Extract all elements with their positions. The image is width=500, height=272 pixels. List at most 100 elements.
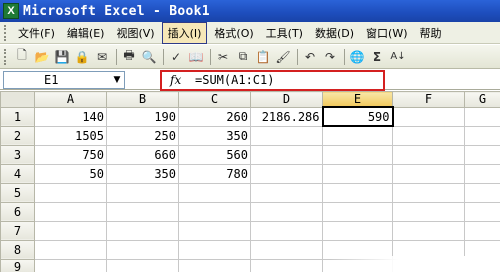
cell-e3[interactable] <box>322 144 393 165</box>
open-icon[interactable]: 📂 <box>33 48 51 66</box>
cell-c7[interactable] <box>178 220 251 241</box>
cell-d3[interactable] <box>250 144 323 165</box>
print-icon[interactable]: 🖶 <box>120 48 138 66</box>
toolbar-grip[interactable] <box>4 48 7 65</box>
cell-e1[interactable]: 590 <box>321 106 394 127</box>
cell-a4[interactable]: 50 <box>34 163 107 184</box>
cell-e6[interactable] <box>322 201 393 222</box>
copy-icon[interactable]: ⧉ <box>234 48 252 66</box>
cell-c5[interactable] <box>178 182 251 203</box>
redo-icon[interactable]: ↷ <box>321 48 339 66</box>
column-header-f[interactable]: F <box>392 91 465 108</box>
undo-icon[interactable]: ↶ <box>301 48 319 66</box>
formula-input[interactable]: =SUM(A1:C1) <box>195 73 274 87</box>
insert-function-icon[interactable]: fx <box>170 73 181 87</box>
paste-icon[interactable]: 📋 <box>254 48 272 66</box>
row-header[interactable]: 8 <box>0 239 35 260</box>
menu-item[interactable]: 数据(D) <box>310 23 359 43</box>
toolbar-grip[interactable] <box>4 24 7 41</box>
cell-c6[interactable] <box>178 201 251 222</box>
cell-b7[interactable] <box>106 220 179 241</box>
cell-f5[interactable] <box>392 182 465 203</box>
spelling-icon[interactable]: ✓ <box>167 48 185 66</box>
format-painter-icon[interactable]: 🖌 <box>274 48 292 66</box>
column-header-g[interactable]: G <box>464 91 500 108</box>
print-preview-icon[interactable]: 🔍 <box>140 48 158 66</box>
cell-d6[interactable] <box>250 201 323 222</box>
row-header[interactable]: 6 <box>0 201 35 222</box>
cell-a1[interactable]: 140 <box>34 106 107 127</box>
menu-item[interactable]: 格式(O) <box>209 23 258 43</box>
research-icon[interactable]: 📖 <box>187 48 205 66</box>
cell-b4[interactable]: 350 <box>106 163 179 184</box>
cell-e5[interactable] <box>322 182 393 203</box>
cell-a8[interactable] <box>34 239 107 260</box>
cell-b9[interactable] <box>106 258 179 272</box>
row-header[interactable]: 4 <box>0 163 35 184</box>
email-icon[interactable]: ✉ <box>93 48 111 66</box>
row-header[interactable]: 5 <box>0 182 35 203</box>
column-header-e[interactable]: E <box>322 91 393 108</box>
cell-b5[interactable] <box>106 182 179 203</box>
chevron-down-icon[interactable]: ▼ <box>110 72 124 88</box>
cell-a6[interactable] <box>34 201 107 222</box>
menu-item[interactable]: 工具(T) <box>261 23 308 43</box>
menu-item[interactable]: 帮助 <box>415 23 447 43</box>
cell-g6[interactable] <box>464 201 500 222</box>
cell-b6[interactable] <box>106 201 179 222</box>
cell-e7[interactable] <box>322 220 393 241</box>
menu-item[interactable]: 插入(I) <box>161 21 208 44</box>
cell-c1[interactable]: 260 <box>178 106 251 127</box>
cell-d1[interactable]: 2186.286 <box>250 106 323 127</box>
cell-f2[interactable] <box>392 125 465 146</box>
row-header[interactable]: 1 <box>0 106 35 127</box>
cell-d9[interactable] <box>250 258 323 272</box>
cell-b8[interactable] <box>106 239 179 260</box>
cell-d4[interactable] <box>250 163 323 184</box>
cell-a5[interactable] <box>34 182 107 203</box>
cell-d8[interactable] <box>250 239 323 260</box>
select-all-corner[interactable] <box>0 91 35 108</box>
cell-b3[interactable]: 660 <box>106 144 179 165</box>
column-header-c[interactable]: C <box>178 91 251 108</box>
cell-c8[interactable] <box>178 239 251 260</box>
cell-g5[interactable] <box>464 182 500 203</box>
cell-d2[interactable] <box>250 125 323 146</box>
cell-a3[interactable]: 750 <box>34 144 107 165</box>
column-header-d[interactable]: D <box>250 91 323 108</box>
menu-item[interactable]: 视图(V) <box>111 23 159 43</box>
cell-c2[interactable]: 350 <box>178 125 251 146</box>
row-header[interactable]: 7 <box>0 220 35 241</box>
cell-f4[interactable] <box>392 163 465 184</box>
name-box[interactable]: E1 ▼ <box>3 71 125 89</box>
cell-f1[interactable] <box>392 106 465 127</box>
save-icon[interactable]: 💾 <box>53 48 71 66</box>
cell-g7[interactable] <box>464 220 500 241</box>
cell-b2[interactable]: 250 <box>106 125 179 146</box>
cell-d7[interactable] <box>250 220 323 241</box>
cell-f6[interactable] <box>392 201 465 222</box>
row-header[interactable]: 9 <box>0 258 35 272</box>
cut-icon[interactable]: ✂ <box>214 48 232 66</box>
cell-b1[interactable]: 190 <box>106 106 179 127</box>
hyperlink-icon[interactable]: 🌐 <box>348 48 366 66</box>
cell-c4[interactable]: 780 <box>178 163 251 184</box>
column-header-b[interactable]: B <box>106 91 179 108</box>
cell-e4[interactable] <box>322 163 393 184</box>
cell-a9[interactable] <box>34 258 107 272</box>
autosum-icon[interactable]: Σ <box>368 48 386 66</box>
menu-item[interactable]: 窗口(W) <box>361 23 412 43</box>
row-header[interactable]: 2 <box>0 125 35 146</box>
cell-f3[interactable] <box>392 144 465 165</box>
cell-g2[interactable] <box>464 125 500 146</box>
cell-a7[interactable] <box>34 220 107 241</box>
sort-ascending-icon[interactable]: A↓ <box>388 48 408 66</box>
cell-c9[interactable] <box>178 258 251 272</box>
cell-e2[interactable] <box>322 125 393 146</box>
cell-d5[interactable] <box>250 182 323 203</box>
cell-g4[interactable] <box>464 163 500 184</box>
cell-c3[interactable]: 560 <box>178 144 251 165</box>
new-icon[interactable]: 🗋 <box>13 48 31 66</box>
menu-item[interactable]: 文件(F) <box>13 23 60 43</box>
cell-a2[interactable]: 1505 <box>34 125 107 146</box>
